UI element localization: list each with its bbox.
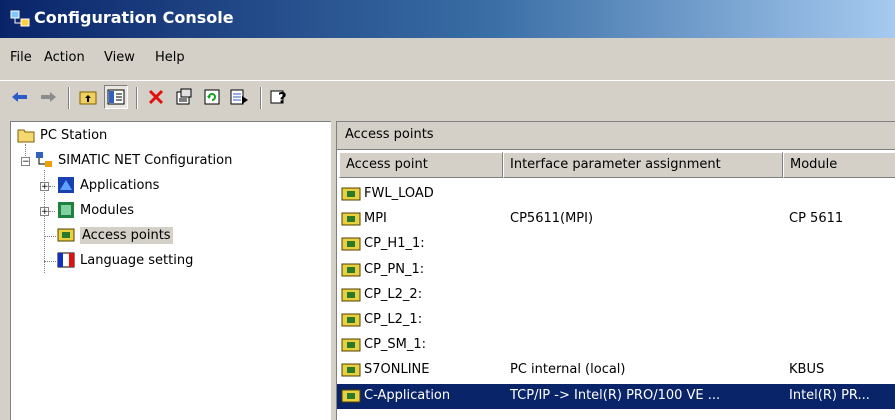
tree-line [49,211,55,212]
access-point-row[interactable]: CP_L2_2: [337,283,895,308]
access-point-name: CP_H1_1: [364,236,425,252]
collapse-icon[interactable]: − [21,157,30,167]
refresh-icon[interactable] [200,85,224,109]
language-flag-icon [57,252,75,268]
access-point-icon [341,363,361,377]
title-bar[interactable]: Configuration Console [0,0,895,38]
menu-file[interactable]: File [10,50,32,65]
toolbar-separator [260,87,262,109]
svg-text:?: ? [278,89,287,106]
toolbar-separator [68,87,70,109]
folder-icon [17,129,35,143]
module-name: CP 5611 [789,211,844,227]
column-header-access-point[interactable]: Access point [339,152,503,178]
tree-item-label: Access points [80,226,173,244]
tree-item-simatic-net-configuration[interactable]: SIMATIC NET Configuration [35,149,232,171]
modules-icon [58,202,74,218]
window-title: Configuration Console [34,8,234,27]
access-point-icon [341,313,361,327]
tree-item-label: Language setting [80,252,194,268]
delete-icon[interactable] [144,85,168,109]
access-point-icon [341,263,361,277]
network-config-icon [36,152,52,167]
tree-item-label: PC Station [40,127,108,143]
properties-icon[interactable] [172,85,196,109]
tree-item-label: SIMATIC NET Configuration [58,152,233,168]
column-header-module[interactable]: Module [783,152,895,178]
tree-item-language-setting[interactable]: Language setting [57,249,193,271]
module-name: KBUS [789,362,825,378]
tree-item-label: Modules [80,202,135,218]
access-point-icon [341,187,361,201]
access-point-row[interactable]: FWL_LOAD [337,182,895,207]
access-points-pane: Access points Access point Interface par… [336,121,895,420]
access-point-row[interactable]: CP_H1_1: [337,232,895,257]
access-point-name: C-Application [364,387,451,403]
access-point-row[interactable]: CP_SM_1: [337,333,895,358]
menu-action[interactable]: Action [44,50,85,65]
tree-item-label: Applications [80,177,160,193]
module-name: Intel(R) PR... [789,387,870,403]
applications-icon [58,177,74,193]
interface-assignment: TCP/IP -> Intel(R) PRO/100 VE ... [510,387,721,403]
access-point-icon [341,212,361,226]
tree-pane[interactable]: PC Station − SIMATIC NET Configuration +… [10,121,331,420]
back-arrow-icon[interactable] [8,85,32,109]
tree-item-pc-station[interactable]: PC Station [17,124,107,146]
access-point-name: FWL_LOAD [364,186,434,201]
pane-title: Access points [337,122,895,150]
menu-bar: File Action View Help [0,44,895,74]
interface-assignment: PC internal (local) [510,362,626,378]
console-app-icon [10,10,30,27]
export-list-icon[interactable] [228,85,252,109]
toolbar: ? [0,80,895,113]
help-icon[interactable]: ? [268,85,292,109]
tree-line [44,261,56,262]
show-tree-icon[interactable] [104,85,128,109]
column-header-interface-assignment[interactable]: Interface parameter assignment [503,152,783,178]
access-point-row[interactable]: S7ONLINE PC internal (local) KBUS [337,358,895,383]
access-point-row[interactable]: CP_L2_1: [337,308,895,333]
access-point-icon [341,237,361,251]
tree-item-applications[interactable]: Applications [57,174,159,196]
toolbar-separator [136,87,138,109]
access-point-name: CP_L2_2: [364,286,423,302]
menu-view[interactable]: View [104,50,135,65]
tree-item-access-points[interactable]: Access points [57,224,173,246]
access-point-icon [341,288,361,302]
tree-item-modules[interactable]: Modules [57,199,134,221]
configuration-console-window: Configuration Console File Action View H… [0,0,895,420]
up-folder-icon[interactable] [76,85,100,109]
tree-line [49,186,55,187]
expand-icon[interactable]: + [40,182,49,192]
access-point-name: CP_PN_1: [364,261,425,277]
access-point-name: CP_L2_1: [364,312,423,327]
access-point-name: CP_SM_1: [364,337,427,353]
access-point-row[interactable]: MPI CP5611(MPI) CP 5611 [337,207,895,232]
menu-help[interactable]: Help [155,50,185,65]
access-point-name: MPI [364,211,387,227]
access-point-icon [57,228,75,242]
access-point-row[interactable]: CP_PN_1: [337,258,895,283]
access-point-icon [341,389,361,403]
access-point-row[interactable]: C-Application TCP/IP -> Intel(R) PRO/100 … [337,383,895,409]
tree-line [44,236,56,237]
expand-icon[interactable]: + [40,207,49,217]
interface-assignment: CP5611(MPI) [510,211,594,227]
access-point-name: S7ONLINE [364,362,430,378]
forward-arrow-icon[interactable] [36,85,60,109]
access-point-icon [341,338,361,352]
